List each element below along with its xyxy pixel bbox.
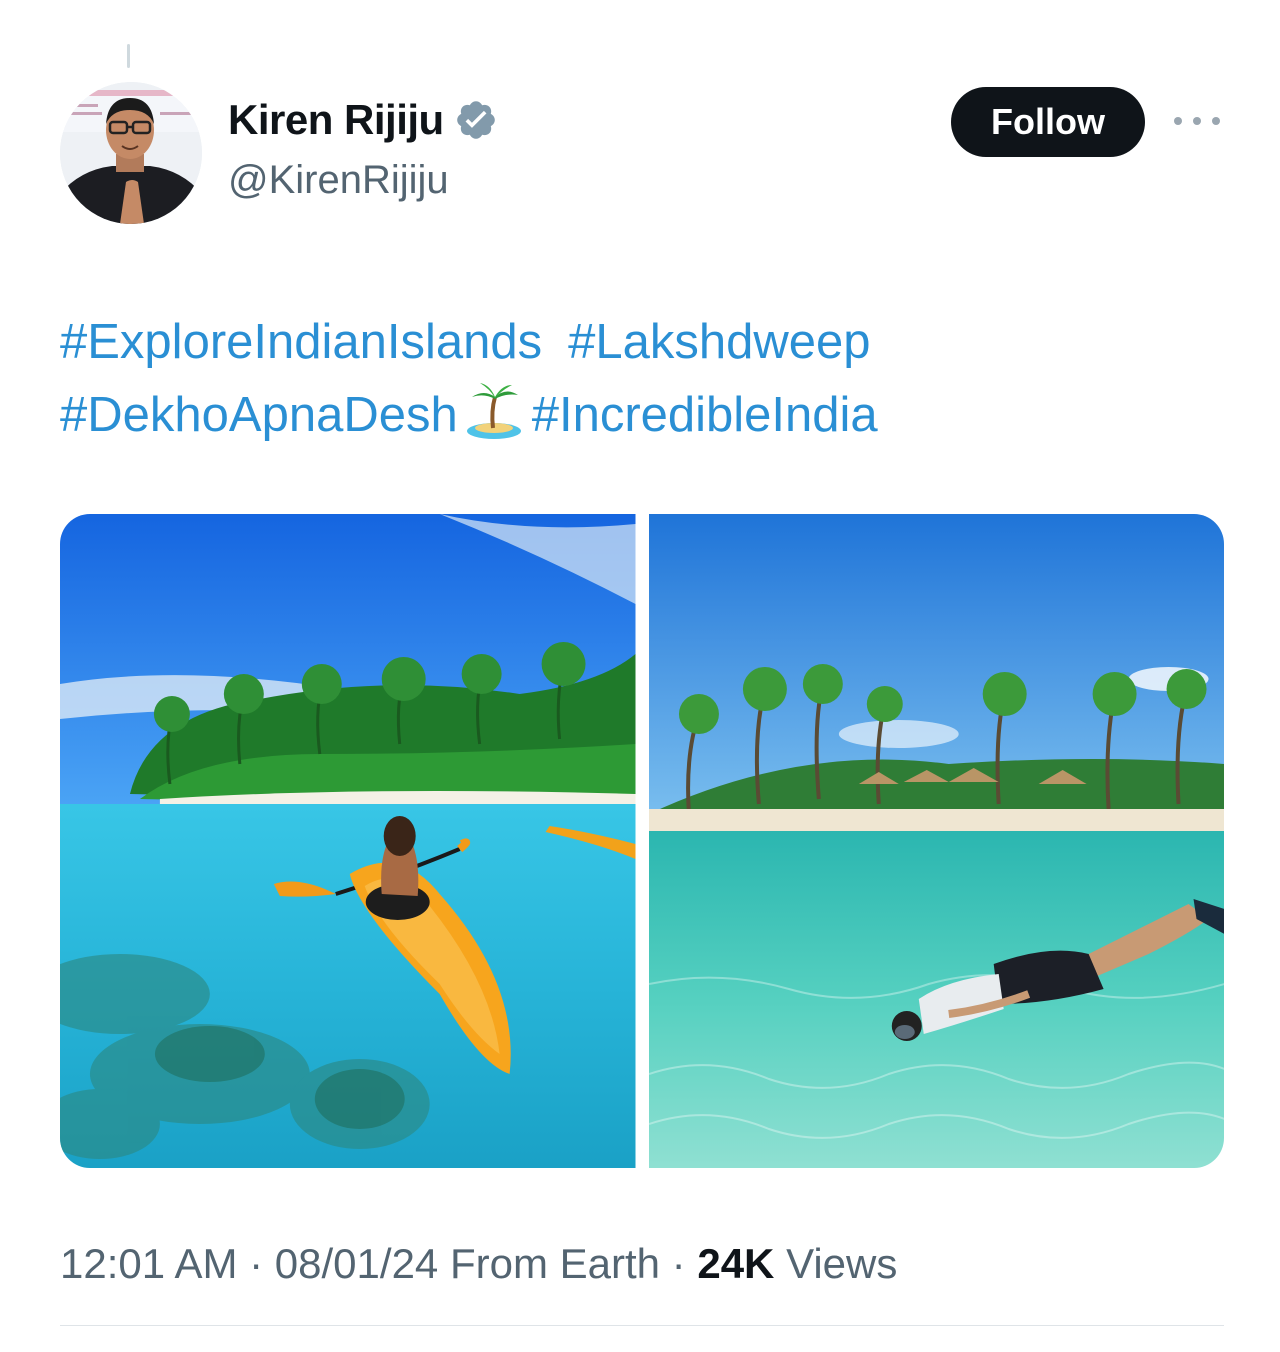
author-name-row: Kiren Rijiju [228, 96, 498, 144]
author-handle[interactable]: @KirenRijiju [228, 158, 449, 203]
thread-connector-line [127, 44, 130, 68]
views-count[interactable]: 24K [697, 1240, 774, 1287]
hashtag-dekho-apna-desh[interactable]: #DekhoApnaDesh [60, 388, 458, 442]
tweet-time[interactable]: 12:01 AM [60, 1240, 237, 1287]
views-label: Views [774, 1240, 898, 1287]
divider [60, 1325, 1224, 1326]
author-display-name[interactable]: Kiren Rijiju [228, 96, 444, 144]
more-dot [1212, 117, 1220, 125]
desert-island-emoji-icon [464, 381, 524, 441]
meta-separator: · [237, 1240, 275, 1287]
meta-separator: · [660, 1240, 698, 1287]
more-options-icon[interactable] [1174, 106, 1220, 136]
avatar[interactable] [60, 82, 202, 224]
media-grid [60, 514, 1224, 1168]
more-dot [1174, 117, 1182, 125]
tweet-source: From Earth [438, 1240, 661, 1287]
hashtag-incredible-india[interactable]: #IncredibleIndia [532, 388, 878, 442]
hashtag-explore-indian-islands[interactable]: #ExploreIndianIslands [60, 315, 542, 369]
tweet-text-line-1: #ExploreIndianIslands #Lakshdweep [60, 306, 1230, 379]
avatar-image [60, 82, 202, 224]
verified-badge-icon[interactable] [454, 98, 498, 142]
more-dot [1193, 117, 1201, 125]
tweet-text-line-2: #DekhoApnaDesh #IncredibleIndia [60, 379, 1230, 452]
kayak-photo[interactable] [60, 514, 636, 1168]
tweet-date[interactable]: 08/01/24 [275, 1240, 439, 1287]
follow-button[interactable]: Follow [951, 87, 1145, 157]
snorkel-photo[interactable] [648, 514, 1224, 1168]
tweet-meta: 12:01 AM · 08/01/24 From Earth · 24K Vie… [60, 1240, 897, 1288]
tweet-text: #ExploreIndianIslands #Lakshdweep #DekhoA… [60, 306, 1230, 452]
hashtag-lakshdweep[interactable]: #Lakshdweep [568, 315, 870, 369]
